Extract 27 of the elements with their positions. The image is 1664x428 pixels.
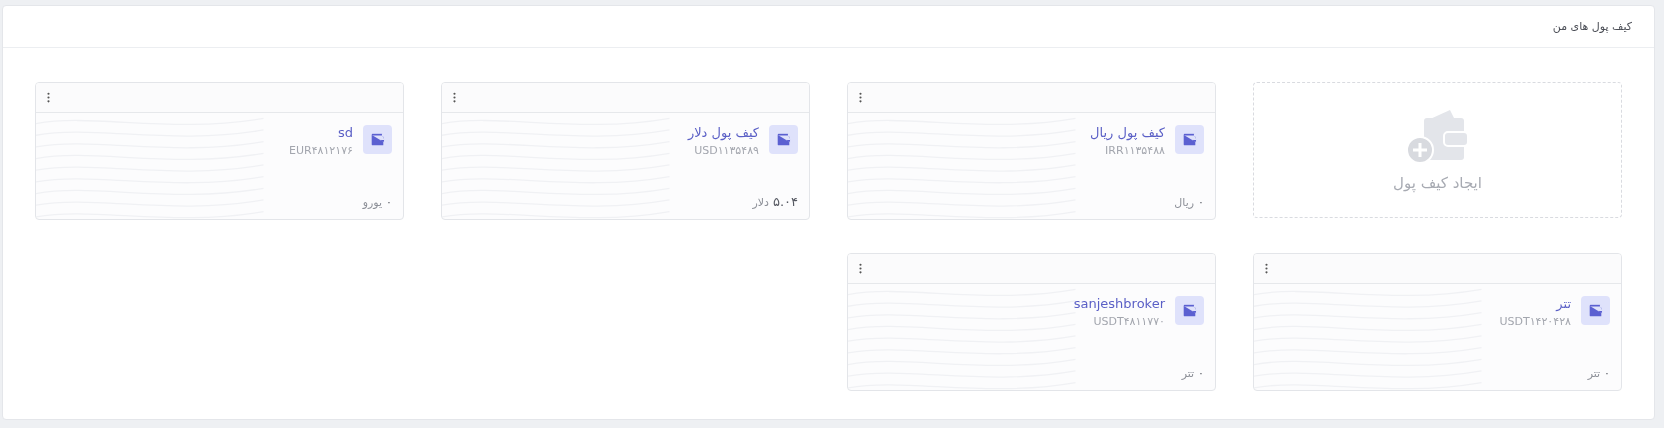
wallet-icon	[1175, 296, 1204, 325]
create-wallet-button[interactable]: ایجاد کیف پول	[1253, 82, 1622, 218]
currency-unit: دلار	[752, 196, 769, 209]
balance-amount: ۵.۰۴	[772, 194, 798, 209]
wallet-icon	[769, 125, 798, 154]
balance-amount: ۰	[1198, 196, 1204, 209]
currency-unit: یورو	[362, 196, 383, 209]
balance-amount: ۰	[1604, 367, 1610, 380]
wallet-icon	[1175, 125, 1204, 154]
wallet-code: USDT۴۸۱۱۷۷۰	[1092, 315, 1165, 328]
balance-amount: ۰	[386, 196, 392, 209]
wallet-code: EUR۴۸۱۲۱۷۶	[289, 144, 353, 157]
currency-unit: تتر	[1181, 367, 1195, 380]
currency-unit: تتر	[1587, 367, 1601, 380]
currency-unit: ریال	[1174, 196, 1195, 209]
panel-title: کیف پول های من	[1552, 20, 1632, 33]
wallet-name: sanjeshbroker	[1073, 296, 1165, 311]
wallet-icon	[363, 125, 392, 154]
wallet-name: کیف پول ریال	[1090, 125, 1165, 140]
wallet-name: کیف پول دلار	[687, 125, 759, 140]
wallet-name: تتر	[1554, 296, 1571, 311]
wallet-icon	[1581, 296, 1610, 325]
wallet-name: sd	[336, 125, 353, 140]
wallet-code: IRR۱۱۳۵۴۸۸	[1104, 144, 1165, 157]
balance-amount: ۰	[1198, 367, 1204, 380]
wallet-code: USD۱۱۳۵۴۸۹	[693, 144, 759, 157]
wallet-code: USDT۱۴۲۰۴۲۸	[1499, 315, 1571, 328]
